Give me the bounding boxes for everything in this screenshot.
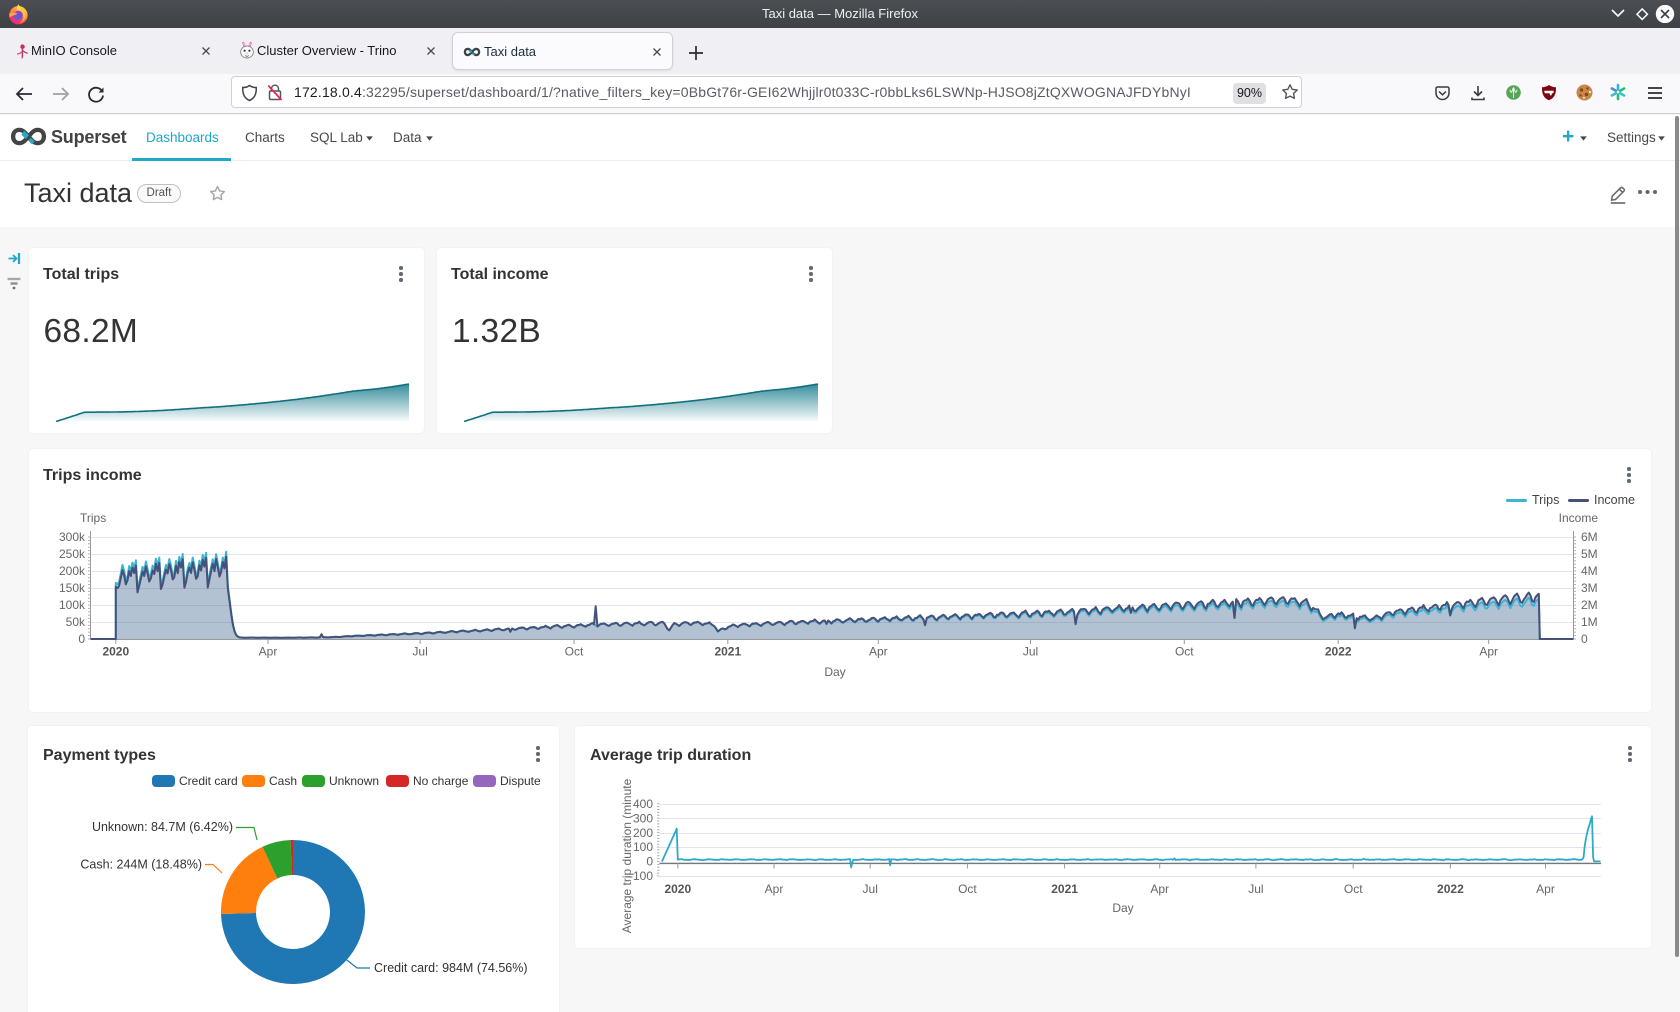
- svg-text:5M: 5M: [1581, 547, 1598, 561]
- svg-text:2M: 2M: [1581, 598, 1598, 612]
- svg-text:Cash: 244M (18.48%): Cash: 244M (18.48%): [80, 858, 202, 872]
- svg-text:Jul: Jul: [863, 882, 878, 896]
- svg-text:150k: 150k: [59, 581, 86, 595]
- svg-text:2020: 2020: [102, 645, 129, 659]
- svg-text:6M: 6M: [1581, 530, 1598, 544]
- svg-text:Trips: Trips: [80, 511, 106, 525]
- svg-text:100k: 100k: [59, 598, 86, 612]
- svg-text:0: 0: [1581, 632, 1588, 646]
- svg-text:2022: 2022: [1325, 645, 1352, 659]
- svg-text:Income: Income: [1559, 511, 1599, 525]
- svg-text:Day: Day: [1112, 901, 1133, 915]
- svg-text:Average trip duration (minute: Average trip duration (minute: [620, 778, 634, 933]
- svg-text:1M: 1M: [1581, 615, 1598, 629]
- svg-text:2020: 2020: [664, 882, 691, 896]
- svg-text:400: 400: [633, 797, 653, 811]
- svg-text:Oct: Oct: [958, 882, 977, 896]
- svg-text:2021: 2021: [714, 645, 741, 659]
- svg-text:200: 200: [633, 826, 653, 840]
- svg-text:300k: 300k: [59, 530, 86, 544]
- svg-text:50k: 50k: [66, 615, 86, 629]
- svg-text:200k: 200k: [59, 564, 86, 578]
- svg-text:2022: 2022: [1437, 882, 1464, 896]
- svg-text:Apr: Apr: [869, 645, 888, 659]
- svg-text:Apr: Apr: [1536, 882, 1555, 896]
- svg-text:Oct: Oct: [1344, 882, 1363, 896]
- svg-text:Apr: Apr: [1479, 645, 1498, 659]
- svg-text:Day: Day: [824, 665, 845, 679]
- svg-text:0: 0: [78, 632, 85, 646]
- svg-text:100: 100: [633, 840, 653, 854]
- svg-text:Jul: Jul: [412, 645, 427, 659]
- svg-text:Apr: Apr: [259, 645, 278, 659]
- svg-text:Unknown: 84.7M (6.42%): Unknown: 84.7M (6.42%): [92, 820, 233, 834]
- svg-text:Oct: Oct: [1175, 645, 1194, 659]
- svg-text:3M: 3M: [1581, 581, 1598, 595]
- svg-text:Credit card: 984M (74.56%): Credit card: 984M (74.56%): [374, 961, 528, 975]
- svg-text:250k: 250k: [59, 547, 86, 561]
- svg-text:300: 300: [633, 811, 653, 825]
- svg-text:Apr: Apr: [765, 882, 784, 896]
- svg-text:Jul: Jul: [1023, 645, 1038, 659]
- svg-text:Jul: Jul: [1248, 882, 1263, 896]
- svg-text:Oct: Oct: [565, 645, 584, 659]
- svg-text:4M: 4M: [1581, 564, 1598, 578]
- svg-text:Apr: Apr: [1150, 882, 1169, 896]
- svg-text:2021: 2021: [1051, 882, 1078, 896]
- svg-text:0: 0: [646, 855, 653, 869]
